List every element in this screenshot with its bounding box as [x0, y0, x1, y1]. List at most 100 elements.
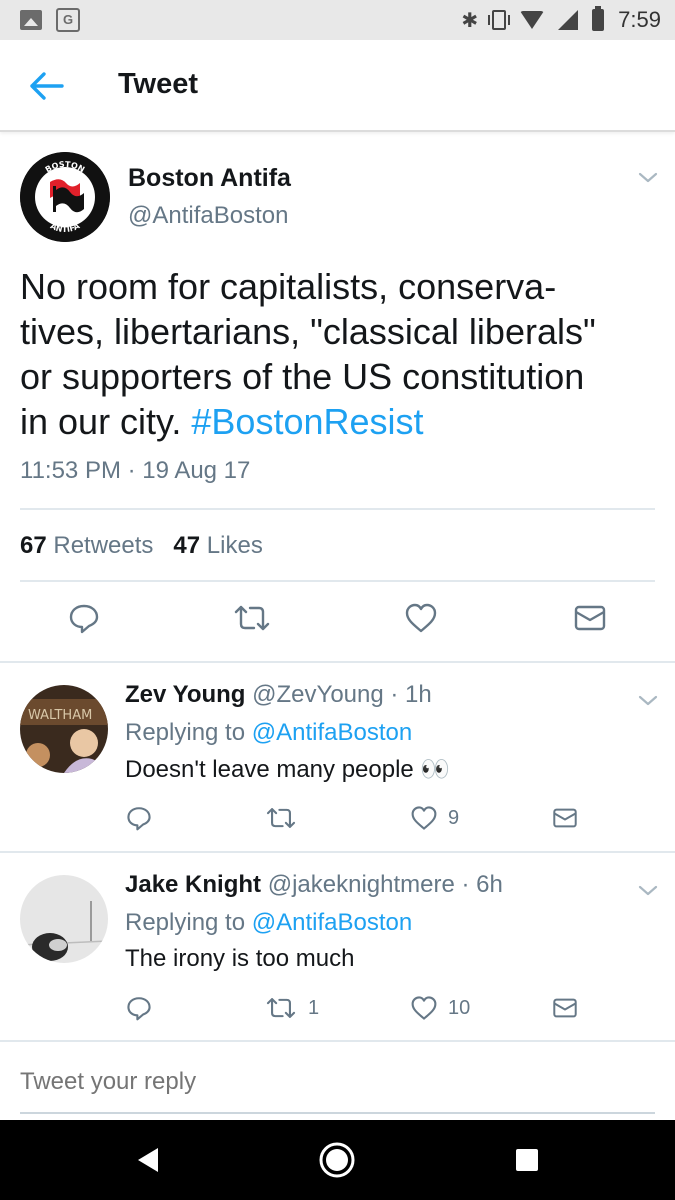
- reply-tweet[interactable]: WALTHAM Zev Young @ZevYoung · 1h Replyin…: [0, 661, 675, 849]
- author-name[interactable]: Boston Antifa: [128, 164, 291, 193]
- reply-handle-time: @ZevYoung · 1h: [245, 681, 432, 708]
- tweet-stats: 67 Retweets 47 Likes: [20, 532, 263, 560]
- reply-text: Doesn't leave many people 👀: [125, 756, 451, 783]
- tweet-menu-button[interactable]: [636, 879, 660, 903]
- retweet-button[interactable]: 1: [264, 995, 319, 1021]
- reply-header: Jake Knight @jakeknightmere · 6h: [125, 871, 503, 899]
- chevron-down-icon: [638, 885, 658, 896]
- message-button[interactable]: [552, 997, 578, 1019]
- reply-handle-time: @jakeknightmere · 6h: [261, 871, 503, 898]
- reply-author-name[interactable]: Jake Knight: [125, 871, 261, 898]
- reply-icon: [127, 807, 151, 831]
- divider: [20, 580, 655, 582]
- message-button[interactable]: [552, 807, 578, 829]
- gallery-notification-icon: [20, 10, 42, 30]
- like-button[interactable]: 9: [410, 805, 459, 831]
- reply-button[interactable]: [126, 805, 152, 831]
- tweet-actions: [0, 602, 675, 662]
- vibrate-icon: [488, 10, 511, 30]
- tweet-timestamp: 11:53 PM · 19 Aug 17: [20, 457, 251, 484]
- square-recents-icon: [516, 1149, 538, 1171]
- reply-author-name[interactable]: Zev Young: [125, 681, 245, 708]
- reply-header: Zev Young @ZevYoung · 1h: [125, 681, 432, 709]
- chevron-down-icon: [638, 172, 658, 183]
- reply-composer: [0, 1040, 675, 1120]
- status-bar: G ✱ 7:59: [0, 0, 675, 40]
- reply-button[interactable]: [126, 995, 152, 1021]
- bluetooth-icon: ✱: [461, 9, 479, 32]
- heart-icon: [411, 996, 437, 1020]
- avatar[interactable]: [20, 875, 108, 963]
- back-arrow-icon: [30, 72, 64, 100]
- avatar[interactable]: BOSTON ANTIFA: [20, 152, 110, 242]
- tweet-text-line: or supporters of the US constitution: [20, 356, 585, 397]
- nav-recents-button[interactable]: [487, 1120, 567, 1200]
- like-button[interactable]: 10: [410, 995, 470, 1021]
- likes-label: Likes: [206, 532, 263, 559]
- retweet-icon: [234, 605, 270, 631]
- tweet-text-segment: in our city.: [20, 401, 192, 442]
- tweet-text: No room for capitalists, conserva- tives…: [20, 264, 660, 444]
- retweet-count: 1: [308, 996, 320, 1019]
- retweets-stat[interactable]: 67 Retweets: [20, 532, 153, 560]
- envelope-icon: [574, 605, 606, 631]
- status-icons: ✱ 7:59: [461, 0, 661, 40]
- retweet-icon: [266, 808, 296, 828]
- retweet-icon: [266, 998, 296, 1018]
- retweets-count: 67: [20, 532, 47, 559]
- replying-prefix: Replying to: [125, 719, 252, 746]
- tweet-text-line: in our city. #BostonResist: [20, 399, 660, 444]
- tweet-menu-button[interactable]: [636, 166, 660, 190]
- envelope-icon: [553, 808, 577, 828]
- triangle-back-icon: [138, 1148, 158, 1172]
- tweet-menu-button[interactable]: [636, 689, 660, 713]
- svg-text:WALTHAM: WALTHAM: [28, 708, 92, 723]
- wifi-icon: [520, 11, 545, 29]
- battery-icon: [592, 6, 605, 31]
- author-handle[interactable]: @AntifaBoston: [128, 202, 288, 230]
- maps-notification-icon: G: [56, 8, 80, 32]
- antifa-logo-icon: BOSTON ANTIFA: [20, 152, 110, 242]
- hashtag-link[interactable]: #BostonResist: [191, 401, 423, 442]
- heart-icon: [405, 603, 437, 633]
- status-time: 7:59: [618, 7, 661, 32]
- app-header: Tweet: [0, 40, 675, 132]
- replying-to: Replying to @AntifaBoston: [125, 719, 412, 747]
- likes-stat[interactable]: 47 Likes: [173, 532, 262, 560]
- retweet-button[interactable]: [232, 602, 272, 634]
- reply-tweet[interactable]: Jake Knight @jakeknightmere · 6h Replyin…: [0, 851, 675, 1039]
- like-count: 9: [448, 806, 460, 829]
- reply-icon: [69, 604, 99, 634]
- tweet-text-line: No room for capitalists, conserva-: [20, 266, 557, 307]
- message-button[interactable]: [573, 604, 607, 632]
- likes-count: 47: [173, 532, 201, 559]
- user-photo-icon: WALTHAM: [20, 685, 108, 773]
- retweets-label: Retweets: [53, 532, 154, 559]
- reply-input[interactable]: [20, 1068, 655, 1096]
- avatar[interactable]: WALTHAM: [20, 685, 108, 773]
- reply-icon: [127, 997, 151, 1021]
- like-button[interactable]: [404, 602, 438, 634]
- cell-signal-icon: [558, 10, 579, 30]
- input-underline: [20, 1112, 655, 1114]
- divider: [20, 508, 655, 510]
- retweet-button[interactable]: [264, 805, 308, 831]
- back-button[interactable]: [28, 70, 64, 102]
- navigation-bar: [0, 1120, 675, 1200]
- reply-button[interactable]: [68, 602, 100, 634]
- replying-to-link[interactable]: @AntifaBoston: [252, 719, 412, 746]
- reply-text: The irony is too much: [125, 945, 355, 972]
- replying-to-link[interactable]: @AntifaBoston: [252, 909, 412, 936]
- home-circle-icon: [319, 1142, 355, 1178]
- nav-home-button[interactable]: [297, 1120, 377, 1200]
- replying-to: Replying to @AntifaBoston: [125, 909, 412, 937]
- tweet-text-line: tives, libertarians, "classical liberals…: [20, 311, 596, 352]
- heart-icon: [411, 806, 437, 830]
- nav-back-button[interactable]: [108, 1120, 188, 1200]
- envelope-icon: [553, 998, 577, 1018]
- chevron-down-icon: [638, 695, 658, 706]
- user-photo-icon: [20, 875, 108, 963]
- page-title: Tweet: [118, 68, 199, 100]
- replying-prefix: Replying to: [125, 909, 252, 936]
- like-count: 10: [448, 996, 471, 1019]
